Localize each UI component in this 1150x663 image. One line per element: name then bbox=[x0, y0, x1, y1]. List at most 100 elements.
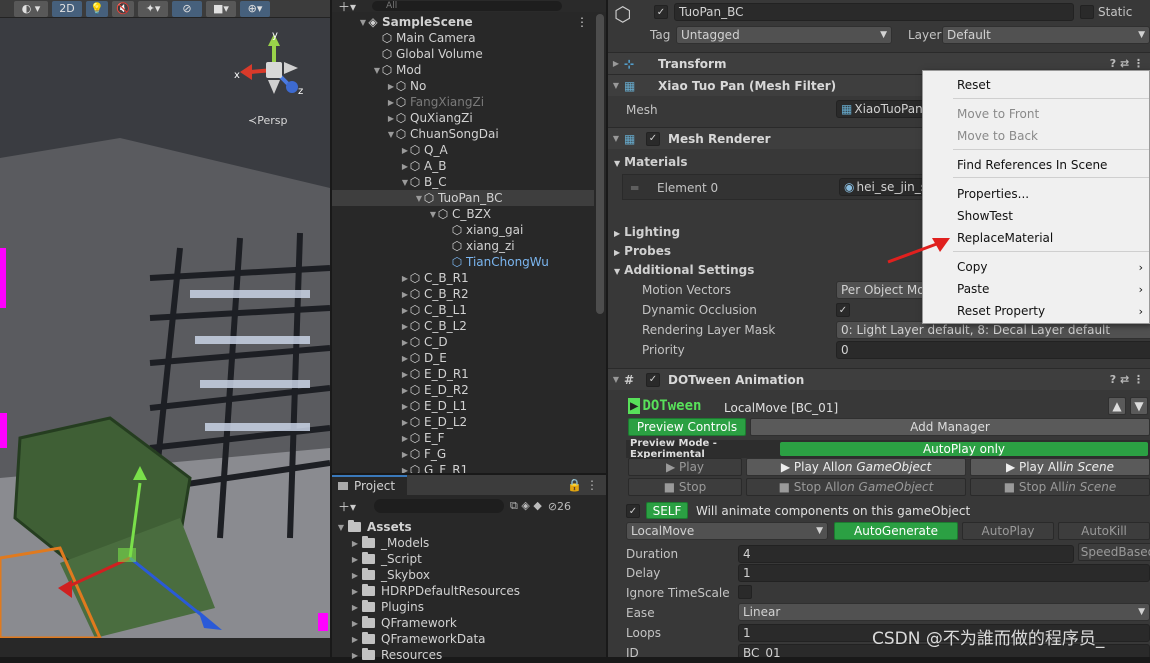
tag-dropdown[interactable]: Untagged ▼ bbox=[676, 26, 892, 44]
dotween-enabled-checkbox[interactable]: ✓ bbox=[646, 372, 660, 387]
play-all-scene-button[interactable]: ▶ Play All in Scene bbox=[970, 458, 1150, 476]
animation-type-dropdown[interactable]: LocalMove ▼ bbox=[626, 522, 828, 540]
project-folder-item[interactable]: ▶ _Skybox bbox=[332, 567, 430, 583]
foldout-open-icon[interactable]: ▼ bbox=[332, 523, 344, 532]
hierarchy-item[interactable]: ▶ ⬡ C_B_L1 bbox=[332, 302, 594, 318]
hierarchy-item[interactable]: ▼ ⬡ TuoPan_BC bbox=[332, 190, 594, 206]
effects-icon[interactable]: ✦▾ bbox=[138, 0, 168, 17]
foldout-closed-icon[interactable]: ▶ bbox=[332, 450, 408, 459]
project-tab[interactable]: Project bbox=[332, 475, 408, 495]
mesh-renderer-enabled-checkbox[interactable]: ✓ bbox=[646, 131, 660, 146]
add-manager-button[interactable]: Add Manager bbox=[750, 418, 1150, 436]
foldout-closed-icon[interactable]: ▶ bbox=[332, 114, 394, 123]
hierarchy-item[interactable]: ▼ ⬡ Mod bbox=[332, 62, 594, 78]
foldout-closed-icon[interactable]: ▶ bbox=[332, 571, 358, 580]
hierarchy-item[interactable]: ▶ ⬡ E_D_R1 bbox=[332, 366, 594, 382]
stop-button[interactable]: ■ Stop bbox=[628, 478, 742, 496]
foldout-closed-icon[interactable]: ▶ bbox=[332, 651, 358, 660]
hierarchy-item[interactable]: ▶ ⬡ G_F_R1 bbox=[332, 462, 594, 473]
filter-icon[interactable]: ⧉ ◈ ◆ bbox=[510, 499, 542, 513]
foldout-closed-icon[interactable]: ▶ bbox=[332, 370, 408, 379]
auto-play-toggle[interactable]: AutoPlay bbox=[962, 522, 1054, 540]
foldout-closed-icon[interactable]: ▶ bbox=[332, 354, 408, 363]
layer-dropdown[interactable]: Default ▼ bbox=[942, 26, 1150, 44]
hierarchy-item[interactable]: ▶ ⬡ C_B_R1 bbox=[332, 270, 594, 286]
hierarchy-item[interactable]: ▶ ⬡ E_D_R2 bbox=[332, 382, 594, 398]
create-asset-icon[interactable]: ＋▾ bbox=[338, 498, 356, 515]
hierarchy-item[interactable]: ▼ ⬡ B_C bbox=[332, 174, 594, 190]
menu-item-reset-property[interactable]: Reset Property › bbox=[923, 300, 1149, 322]
shading-mode-button[interactable]: ◐ ▾ bbox=[14, 0, 48, 17]
project-folder-item[interactable]: ▼ Assets bbox=[332, 519, 412, 535]
project-folder-item[interactable]: ▶ _Models bbox=[332, 535, 429, 551]
hierarchy-item[interactable]: ▶ ⬡ C_D bbox=[332, 334, 594, 350]
active-checkbox[interactable]: ✓ bbox=[654, 5, 668, 19]
hierarchy-item[interactable]: ⬡ xiang_zi bbox=[332, 238, 594, 254]
project-folder-item[interactable]: ▶ QFramework bbox=[332, 615, 457, 631]
foldout-closed-icon[interactable]: ▶ bbox=[332, 466, 408, 474]
project-folder-item[interactable]: ▶ HDRPDefaultResources bbox=[332, 583, 520, 599]
scene-view[interactable]: ◐ ▾ 2D 💡 🔇 ✦▾ ⊘ ■▾ ⊕▾ y x z ≺Persp bbox=[0, 0, 330, 657]
menu-item-showtest[interactable]: ShowTest bbox=[923, 205, 1149, 227]
hierarchy-item[interactable]: ⬡ TianChongWu bbox=[332, 254, 594, 270]
foldout-open-icon[interactable]: ▼ bbox=[332, 210, 436, 219]
hierarchy-search-input[interactable]: All bbox=[372, 1, 563, 11]
foldout-closed-icon[interactable]: ▶ bbox=[332, 290, 408, 299]
hierarchy-item[interactable]: ▶ ⬡ No bbox=[332, 78, 594, 94]
probes-foldout[interactable]: ▶ Probes bbox=[614, 244, 671, 258]
hidden-count-badge[interactable]: ⊘26 bbox=[548, 500, 571, 513]
hierarchy-item[interactable]: ▶ ⬡ C_B_L2 bbox=[332, 318, 594, 334]
hierarchy-item[interactable]: ⬡ xiang_gai bbox=[332, 222, 594, 238]
scene-viewport[interactable] bbox=[0, 18, 330, 638]
hierarchy-item[interactable]: ⬡ Global Volume bbox=[332, 46, 594, 62]
more-options-icon[interactable]: ⋮ bbox=[576, 15, 588, 29]
foldout-closed-icon[interactable]: ▶ bbox=[332, 619, 358, 628]
camera-icon[interactable]: ■▾ bbox=[206, 0, 236, 17]
foldout-closed-icon[interactable]: ▶ bbox=[332, 434, 408, 443]
hierarchy-item[interactable]: ▶ ⬡ F_G bbox=[332, 446, 594, 462]
self-checkbox[interactable]: ✓ bbox=[626, 504, 640, 518]
foldout-open-icon[interactable]: ▼ bbox=[608, 375, 624, 384]
object-name-field[interactable]: TuoPan_BC bbox=[674, 3, 1074, 21]
foldout-closed-icon[interactable]: ▶ bbox=[332, 555, 358, 564]
hierarchy-item[interactable]: ▶ ⬡ QuXiangZi bbox=[332, 110, 594, 126]
component-menu-icons[interactable]: ? ⇄ ⋮ bbox=[1110, 57, 1144, 70]
hierarchy-scrollbar[interactable] bbox=[596, 14, 604, 314]
hierarchy-item[interactable]: ▶ ⬡ D_E bbox=[332, 350, 594, 366]
hierarchy-item[interactable]: ⬡ Main Camera bbox=[332, 30, 594, 46]
move-up-icon[interactable]: ▲ bbox=[1108, 397, 1126, 415]
hierarchy-item[interactable]: ▶ ⬡ FangXiangZi bbox=[332, 94, 594, 110]
hierarchy-item[interactable]: ▶ ⬡ A_B bbox=[332, 158, 594, 174]
foldout-open-icon[interactable]: ▼ bbox=[332, 178, 408, 187]
hierarchy-item[interactable]: ▼ ◈ SampleScene ⋮ bbox=[332, 14, 594, 30]
ignore-timescale-checkbox[interactable] bbox=[738, 585, 752, 599]
mode-2d-toggle[interactable]: 2D bbox=[52, 0, 82, 17]
materials-foldout[interactable]: ▼ Materials bbox=[614, 155, 687, 169]
foldout-closed-icon[interactable]: ▶ bbox=[332, 587, 358, 596]
foldout-open-icon[interactable]: ▼ bbox=[332, 66, 380, 75]
foldout-closed-icon[interactable]: ▶ bbox=[332, 146, 408, 155]
project-folder-item[interactable]: ▶ Plugins bbox=[332, 599, 424, 615]
play-all-gameobject-button[interactable]: ▶ Play All on GameObject bbox=[746, 458, 966, 476]
foldout-closed-icon[interactable]: ▶ bbox=[332, 418, 408, 427]
menu-item-reset[interactable]: Reset bbox=[923, 74, 1149, 96]
project-folder-item[interactable]: ▶ _Script bbox=[332, 551, 422, 567]
foldout-closed-icon[interactable]: ▶ bbox=[332, 306, 408, 315]
self-target-button[interactable]: SELF bbox=[646, 502, 688, 519]
foldout-open-icon[interactable]: ▼ bbox=[608, 134, 624, 143]
foldout-closed-icon[interactable]: ▶ bbox=[332, 635, 358, 644]
stop-all-gameobject-button[interactable]: ■ Stop All on GameObject bbox=[746, 478, 966, 496]
ease-dropdown[interactable]: Linear ▼ bbox=[738, 603, 1150, 621]
speed-based-toggle[interactable]: SpeedBased bbox=[1078, 543, 1150, 561]
hierarchy-item[interactable]: ▼ ⬡ C_BZX bbox=[332, 206, 594, 222]
project-folder-item[interactable]: ▶ Resources bbox=[332, 647, 442, 663]
foldout-closed-icon[interactable]: ▶ bbox=[332, 162, 408, 171]
duration-field[interactable]: 4 bbox=[738, 545, 1074, 563]
foldout-closed-icon[interactable]: ▶ bbox=[332, 338, 408, 347]
auto-generate-toggle[interactable]: AutoGenerate bbox=[834, 522, 958, 540]
hierarchy-item[interactable]: ▶ ⬡ E_F bbox=[332, 430, 594, 446]
delay-field[interactable]: 1 bbox=[738, 564, 1150, 582]
lighting-foldout[interactable]: ▶ Lighting bbox=[614, 225, 680, 239]
dotween-header[interactable]: ▼ # ✓ DOTween Animation ? ⇄ ⋮ bbox=[608, 368, 1150, 390]
create-plus-icon[interactable]: ＋▾ bbox=[338, 0, 356, 15]
